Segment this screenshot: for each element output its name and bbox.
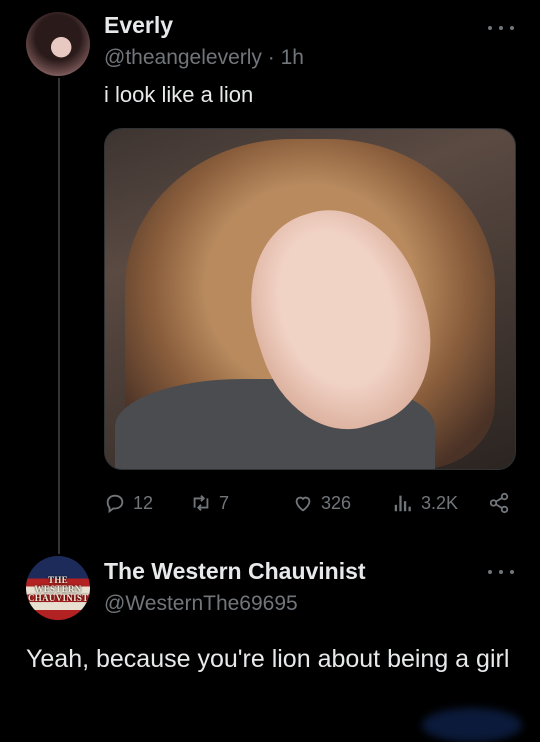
- avatar-everly[interactable]: [26, 12, 90, 76]
- reply-button[interactable]: 12: [104, 492, 153, 514]
- retweet-icon: [193, 495, 209, 511]
- tweet-text: i look like a lion: [104, 82, 254, 107]
- reply-text: Yeah, because you're lion about being a …: [26, 645, 510, 673]
- avatar-logo-text: THE WESTERN CHAUVINIST: [28, 575, 89, 603]
- views-button[interactable]: 3.2K: [392, 492, 458, 514]
- thread-connector-line: [58, 78, 60, 554]
- like-count: 326: [321, 492, 352, 513]
- reply-author-handle[interactable]: @WesternThe69695: [104, 592, 298, 616]
- reply-icon: [106, 494, 124, 514]
- views-icon: [394, 495, 411, 512]
- reply-author-name[interactable]: The Western Chauvinist: [104, 558, 366, 585]
- share-icon: [489, 492, 509, 514]
- blurred-overlay: [422, 708, 522, 742]
- retweet-count: 7: [219, 492, 230, 513]
- tweet-actions-bar: 12 7 326 3.2K: [104, 492, 518, 520]
- retweet-button[interactable]: 7: [190, 492, 229, 514]
- reply-count: 12: [133, 492, 154, 513]
- tweet-author-handle[interactable]: @theangeleverly · 1h: [104, 46, 304, 70]
- tweet-photo[interactable]: [104, 128, 516, 470]
- views-count: 3.2K: [421, 492, 459, 513]
- avatar-western-chauvinist[interactable]: THE WESTERN CHAUVINIST: [26, 556, 90, 620]
- tweet-author-name[interactable]: Everly: [104, 12, 173, 39]
- more-icon[interactable]: [488, 26, 514, 32]
- share-button[interactable]: [488, 492, 510, 514]
- heart-icon: [295, 496, 311, 512]
- like-button[interactable]: 326: [292, 492, 351, 514]
- more-icon[interactable]: [488, 570, 514, 576]
